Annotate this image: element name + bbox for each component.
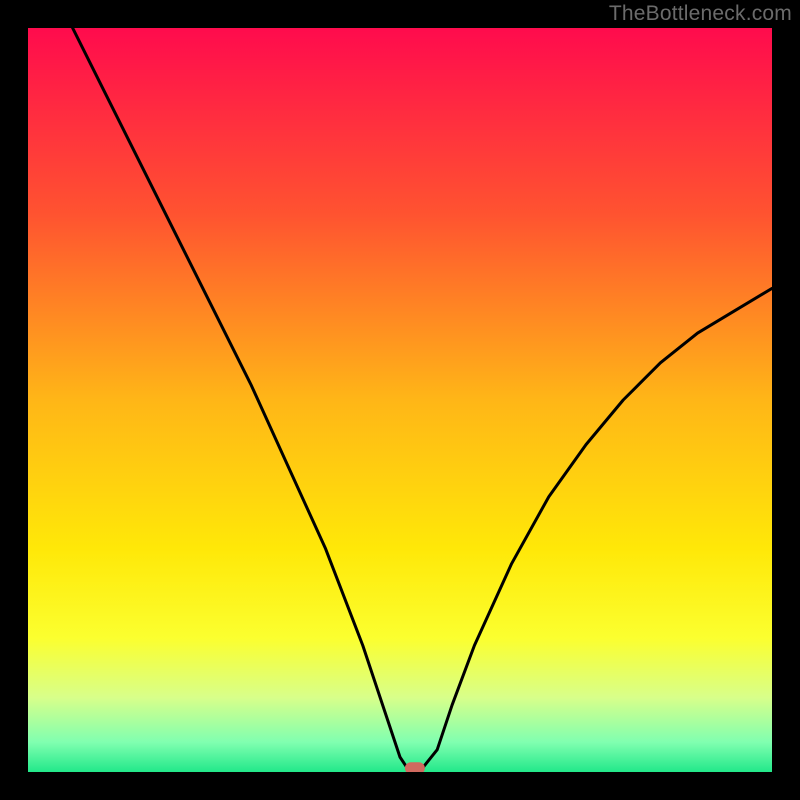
watermark-text: TheBottleneck.com	[609, 2, 792, 26]
chart-svg	[28, 28, 772, 772]
plot-area	[28, 28, 772, 772]
chart-frame: TheBottleneck.com	[0, 0, 800, 800]
gradient-background	[28, 28, 772, 772]
optimal-marker	[405, 762, 425, 772]
